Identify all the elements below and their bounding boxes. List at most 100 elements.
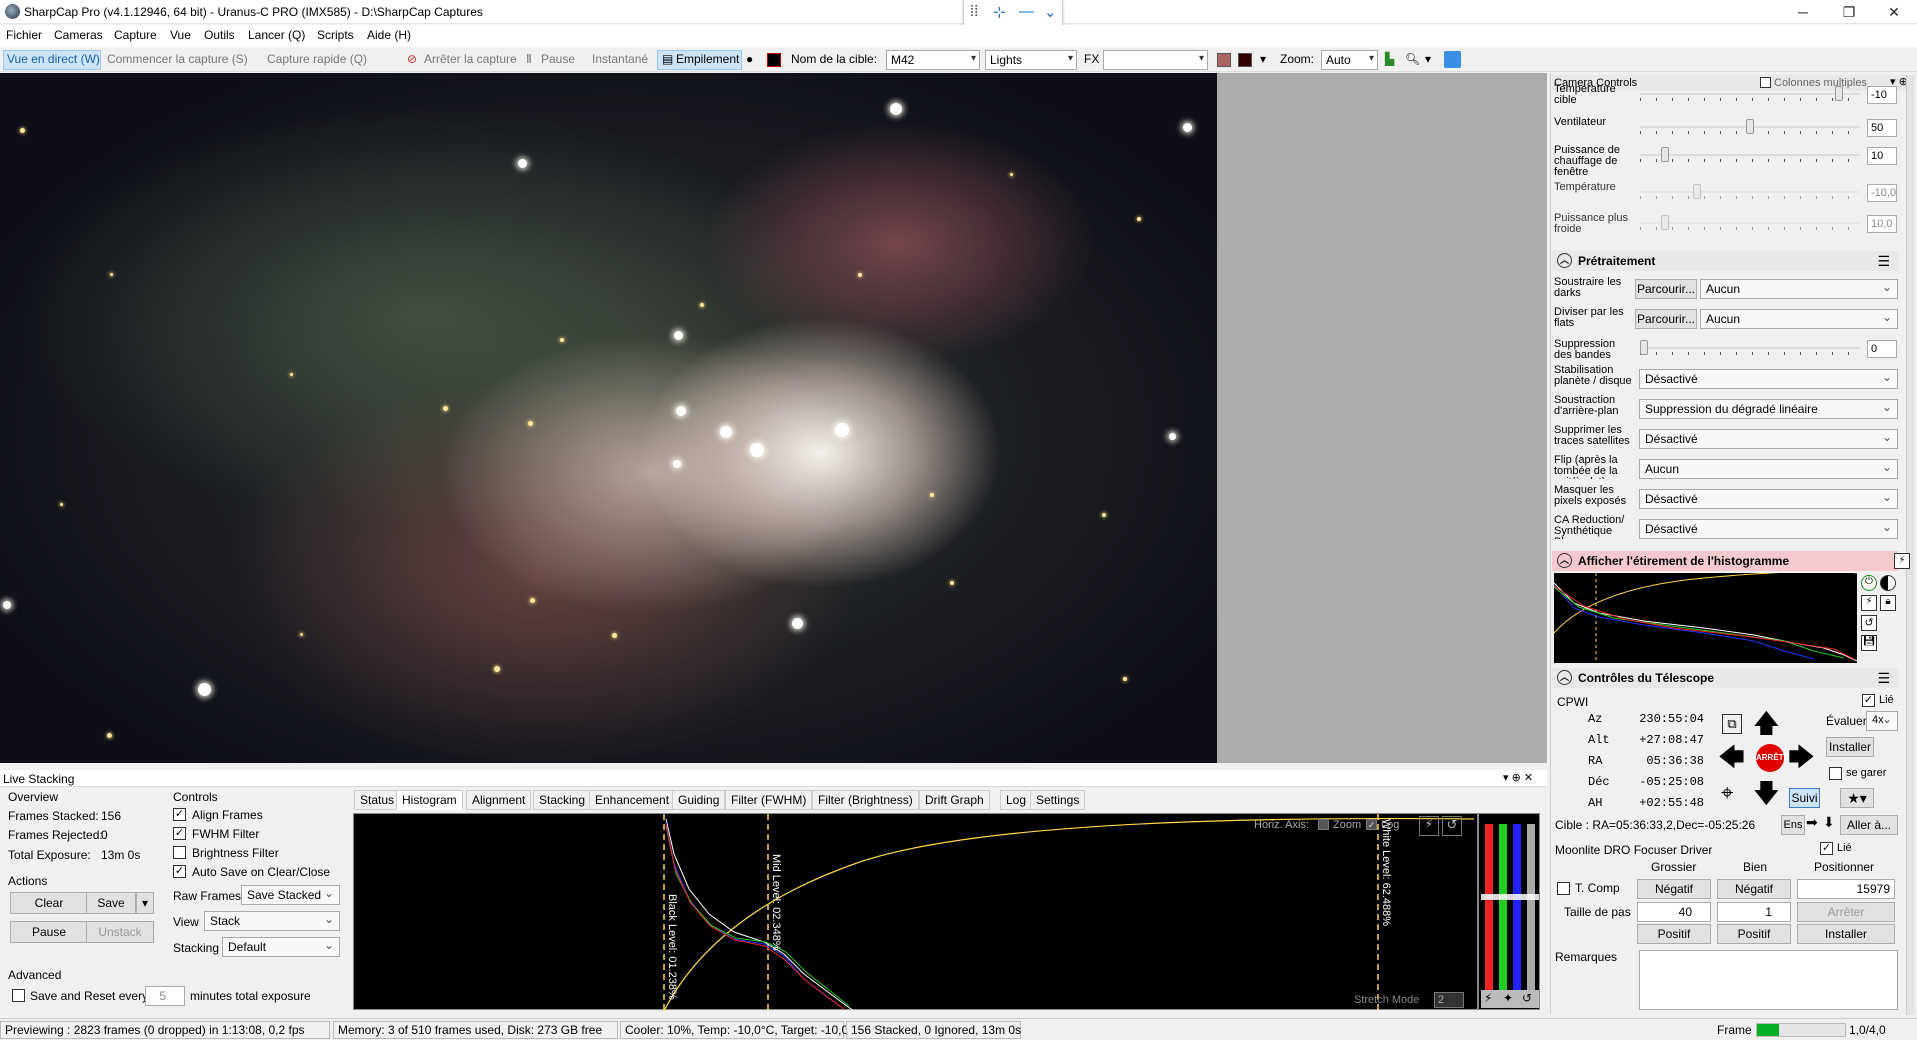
coarse-step-input[interactable]: 40	[1637, 902, 1711, 922]
preprocessing-header[interactable]: ︿ Prétraitement ☰	[1552, 251, 1898, 271]
pin-icon[interactable]	[1444, 51, 1461, 68]
camera-control-slider[interactable]	[1640, 215, 1860, 231]
red-icon[interactable]	[767, 53, 781, 67]
lock-icon[interactable]: 🔒︎	[1880, 595, 1896, 611]
auto-stretch-icon[interactable]: ⚡	[1419, 816, 1439, 836]
darks-select[interactable]: Aucun	[1700, 279, 1898, 299]
clear-button[interactable]: Clear	[10, 892, 88, 914]
maximize-button[interactable]: ❐	[1826, 0, 1872, 24]
menu-help[interactable]: Aide (H)	[367, 28, 411, 42]
fine-step-input[interactable]: 1	[1717, 902, 1791, 922]
unstack-button[interactable]: Unstack	[86, 921, 154, 943]
camera-control-slider[interactable]	[1640, 86, 1860, 102]
tab-log[interactable]: Log	[1000, 790, 1033, 810]
tab-drift-graph[interactable]: Drift Graph	[919, 790, 990, 810]
pause-stack-button[interactable]: Pause	[10, 921, 88, 943]
fit-icon[interactable]: ⊹	[993, 3, 1006, 21]
tab-filter-fwhm[interactable]: Filter (FWHM)	[725, 790, 813, 810]
menu-icon[interactable]: ☰	[1877, 253, 1890, 270]
telescope-header[interactable]: ︿ Contrôles du Télescope ☰	[1552, 668, 1898, 688]
coarse-positive-button[interactable]: Positif	[1637, 924, 1711, 944]
tab-histogram[interactable]: Histogram	[396, 790, 463, 810]
minimize-button[interactable]: ─	[1780, 0, 1826, 24]
notes-textarea[interactable]	[1639, 950, 1898, 1010]
target-icon[interactable]: ⌖	[1721, 782, 1733, 804]
sync-button[interactable]: Ens	[1781, 815, 1805, 835]
focuser-stop-button[interactable]: Arrêter	[1797, 902, 1895, 922]
menu-tools[interactable]: Outils	[204, 28, 235, 42]
lum-level-slider[interactable]	[1527, 824, 1535, 992]
banding-value[interactable]: 0	[1867, 340, 1897, 358]
sparkle-icon[interactable]: ✦	[1503, 991, 1513, 1005]
save-menu-button[interactable]: ▾	[136, 892, 154, 914]
menu-launch[interactable]: Lancer (Q)	[248, 28, 305, 42]
goto-button[interactable]: Aller à...	[1840, 815, 1898, 835]
menu-file[interactable]: Fichier	[6, 28, 42, 42]
save-reset-checkbox[interactable]	[12, 989, 25, 1002]
preprocessing-select[interactable]: Désactivé	[1639, 429, 1898, 449]
histogram-icon[interactable]: ▙	[1385, 52, 1394, 66]
banding-slider[interactable]	[1640, 340, 1860, 356]
save-button[interactable]: Save	[86, 892, 136, 914]
dock-controls-icon[interactable]: ▾ ⊕ ✕	[1503, 771, 1533, 784]
focuser-linked-checkbox[interactable]: ✓	[1820, 842, 1833, 855]
preprocessing-select[interactable]: Désactivé	[1639, 489, 1898, 509]
preprocessing-select[interactable]: Aucun	[1639, 459, 1898, 479]
undo-icon[interactable]: ↺	[1522, 991, 1532, 1005]
camera-control-value[interactable]: -10	[1867, 86, 1897, 104]
log-checkbox[interactable]: ✓	[1366, 819, 1377, 830]
slider-thumb[interactable]	[1835, 86, 1844, 101]
menu-cameras[interactable]: Cameras	[54, 28, 103, 42]
contrast-icon[interactable]	[1880, 575, 1896, 591]
focuser-install-button[interactable]: Installer	[1797, 924, 1895, 944]
rate-select[interactable]: 4x	[1866, 711, 1898, 731]
fwhm-filter-checkbox[interactable]: ✓	[173, 827, 186, 840]
start-capture-button[interactable]: Commencer la capture (S)	[107, 52, 248, 66]
east-arrow-icon[interactable]: 🡆	[1788, 744, 1815, 770]
power-icon[interactable]: ⏻	[1861, 575, 1877, 591]
slider-thumb[interactable]	[1693, 184, 1701, 199]
preprocessing-select[interactable]: Désactivé	[1639, 369, 1898, 389]
mini-histogram[interactable]	[1554, 573, 1857, 663]
focuser-position-input[interactable]: 15979	[1797, 879, 1895, 899]
tab-guiding[interactable]: Guiding	[672, 790, 726, 810]
reset-icon[interactable]: ↺	[1442, 816, 1462, 836]
tab-filter-brightness[interactable]: Filter (Brightness)	[812, 790, 919, 810]
fine-positive-button[interactable]: Positif	[1717, 924, 1791, 944]
stack-histogram[interactable]: Black Level: 01.238% Mid Level: 02.348% …	[353, 813, 1478, 1011]
brightness-filter-checkbox[interactable]	[173, 846, 186, 859]
grid-icon[interactable]: ⁞⁞	[970, 3, 978, 20]
collapse-chevron-icon[interactable]: ︿	[1557, 253, 1572, 268]
align-frames-checkbox[interactable]: ✓	[173, 808, 186, 821]
preprocessing-select[interactable]: Suppression du dégradé linéaire	[1639, 399, 1898, 419]
auto-stretch-icon[interactable]: ⚡	[1894, 553, 1910, 569]
right-arrow-icon[interactable]: ➡	[1806, 814, 1818, 831]
zoom-checkbox[interactable]	[1318, 819, 1329, 830]
live-view-button[interactable]: Vue en direct (W)	[7, 52, 100, 66]
tab-enhancement[interactable]: Enhancement	[589, 790, 676, 810]
frame-type-select[interactable]: Lights	[985, 50, 1077, 70]
pause-button[interactable]: Pause	[541, 52, 575, 66]
color-swatch-icon[interactable]	[1217, 53, 1231, 67]
save-icon[interactable]: 💾︎	[1861, 635, 1877, 651]
slider-thumb[interactable]	[1746, 119, 1754, 134]
install-mount-button[interactable]: Installer	[1826, 737, 1874, 757]
camera-control-value[interactable]: 50	[1867, 119, 1897, 137]
preprocessing-select[interactable]: Désactivé	[1639, 519, 1898, 539]
menu-scripts[interactable]: Scripts	[317, 28, 354, 42]
home-icon[interactable]: ⧉	[1722, 714, 1742, 734]
lightning-icon[interactable]: ⚡	[1861, 595, 1877, 611]
coarse-negative-button[interactable]: Négatif	[1637, 879, 1711, 899]
north-arrow-icon[interactable]: 🡅	[1753, 710, 1780, 736]
tab-stacking[interactable]: Stacking	[533, 790, 592, 810]
slider-thumb[interactable]	[1661, 215, 1670, 230]
camera-control-slider[interactable]	[1640, 147, 1860, 163]
minus-icon[interactable]: —	[1019, 3, 1034, 20]
flats-select[interactable]: Aucun	[1700, 309, 1898, 329]
browse-darks-button[interactable]: Parcourir...	[1635, 279, 1697, 299]
star-menu-button[interactable]: ★▾	[1840, 788, 1874, 808]
menu-view[interactable]: Vue	[170, 28, 191, 42]
snapshot-button[interactable]: Instantané	[592, 52, 648, 66]
stacking-select[interactable]: Default	[222, 937, 340, 957]
camera-control-slider[interactable]	[1640, 184, 1860, 200]
